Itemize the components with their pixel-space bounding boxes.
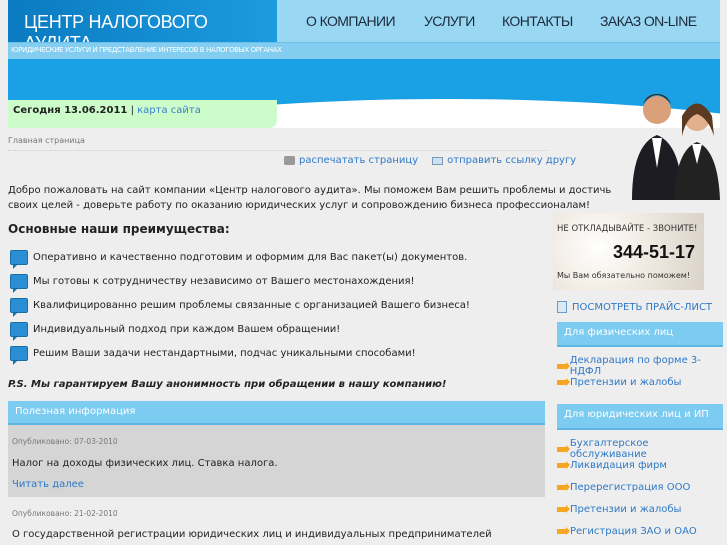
nav-order-online[interactable]: ЗАКАЗ ON-LINE [600, 13, 697, 29]
envelope-icon[interactable] [432, 156, 444, 165]
today-date: Сегодня 13.06.2011 [13, 105, 128, 116]
breadcrumb[interactable]: Главная страница [8, 136, 85, 145]
news-title[interactable]: О государственной регистрации юридически… [12, 529, 492, 540]
speech-bubble-icon [10, 346, 28, 365]
nav-about[interactable]: О КОМПАНИИ [306, 13, 396, 29]
print-page-link[interactable]: распечатать страницу [299, 155, 418, 166]
arrow-icon [557, 361, 570, 370]
site-subtitle: ЮРИДИЧЕСКИЕ УСЛУГИ И ПРЕДСТАВЛЕНИЕ ИНТЕР… [8, 42, 720, 59]
sidebar-link[interactable]: Регистрация ЗАО и ОАО [557, 526, 697, 537]
intro-text: Добро пожаловать на сайт компании «Центр… [8, 185, 612, 211]
date-bar: Сегодня 13.06.2011 | карта сайта [8, 100, 277, 128]
advantages-heading: Основные наши преимущества: [8, 222, 230, 236]
news-title[interactable]: Налог на доходы физических лиц. Ставка н… [12, 458, 278, 469]
news-header: Полезная информация [8, 401, 545, 425]
divider [8, 150, 548, 151]
arrow-icon [557, 505, 570, 513]
advantage-item: Квалифицированно решим проблемы связанны… [10, 298, 470, 317]
read-more-link[interactable]: Читать далее [12, 479, 84, 490]
site-logo[interactable]: ЦЕНТР НАЛОГОВОГО АУДИТА [8, 0, 277, 53]
banner-tagline: НЕ ОТКЛАДЫВАЙТЕ - ЗВОНИТЕ! [557, 224, 698, 234]
nav-contacts[interactable]: КОНТАКТЫ [502, 13, 573, 29]
speech-bubble-icon [10, 322, 28, 341]
sidebar-link[interactable]: Перерегистрация ООО [557, 482, 690, 493]
phone-number: 344-51-17 [613, 242, 696, 262]
people-photo [632, 94, 720, 200]
speech-bubble-icon [10, 250, 28, 269]
speech-bubble-icon [10, 298, 28, 317]
news-item: Опубликовано: 07-03-2010 Налог на доходы… [8, 425, 545, 497]
document-icon [557, 301, 567, 313]
advantage-item: Мы готовы к сотрудничеству независимо от… [10, 274, 415, 293]
news-date: Опубликовано: 07-03-2010 [12, 437, 118, 446]
page-tools: распечатать страницу отправить ссылку др… [284, 155, 576, 166]
sidebar-link[interactable]: Декларация по форме 3-НДФЛ [557, 355, 727, 377]
sidebar-link[interactable]: Претензии и жалобы [557, 377, 681, 388]
ps-note: P.S. Мы гарантируем Вашу анонимность при… [8, 379, 447, 390]
speech-bubble-icon [10, 274, 28, 293]
main-nav: О КОМПАНИИ УСЛУГИ КОНТАКТЫ ЗАКАЗ ON-LINE [277, 0, 720, 42]
sidebar-section-individuals: Для физических лиц [557, 322, 723, 347]
advantage-item: Оперативно и качественно подготовим и оф… [10, 250, 467, 269]
price-list-link[interactable]: ПОСМОТРЕТЬ ПРАЙС-ЛИСТ [557, 301, 712, 313]
advantage-item: Решим Ваши задачи нестандартными, подчас… [10, 346, 416, 365]
sidebar-link[interactable]: Претензии и жалобы [557, 504, 681, 515]
printer-icon[interactable] [284, 156, 295, 165]
send-link-to-friend[interactable]: отправить ссылку другу [447, 155, 576, 166]
arrow-icon [557, 461, 570, 469]
sidebar-link[interactable]: Бухгалтерское обслуживание [557, 438, 727, 460]
sidebar-section-companies: Для юридических лиц и ИП [557, 404, 723, 430]
news-date: Опубликовано: 21-02-2010 [12, 509, 118, 518]
banner-subtext: Мы Вам обязательно поможем! [557, 271, 691, 280]
arrow-icon [557, 483, 570, 491]
sitemap-link[interactable]: карта сайта [137, 105, 201, 116]
advantage-item: Индивидуальный подход при каждом Вашем о… [10, 322, 340, 341]
arrow-icon [557, 378, 570, 386]
separator: | [130, 105, 134, 116]
arrow-icon [557, 444, 570, 453]
call-banner[interactable]: НЕ ОТКЛАДЫВАЙТЕ - ЗВОНИТЕ! 344-51-17 Мы … [553, 213, 704, 290]
sidebar-link[interactable]: Ликвидация фирм [557, 460, 667, 471]
nav-services[interactable]: УСЛУГИ [424, 13, 475, 29]
arrow-icon [557, 527, 570, 535]
